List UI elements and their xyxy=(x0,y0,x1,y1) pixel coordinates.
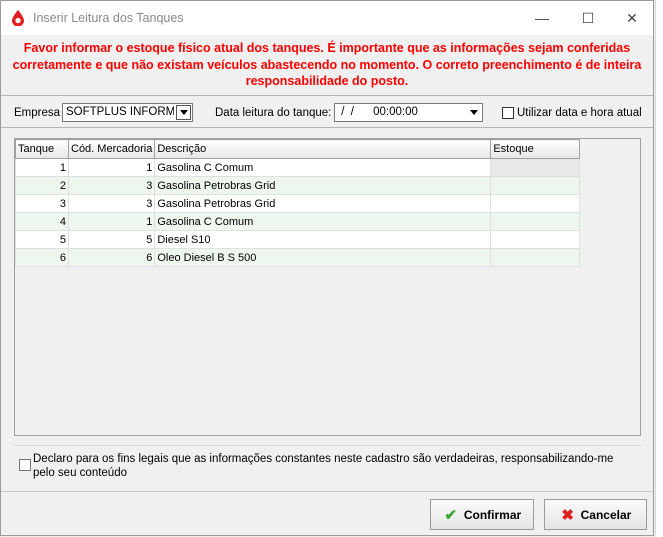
cell-descricao: Gasolina C Comum xyxy=(154,158,492,177)
cancel-button[interactable]: ✖ Cancelar xyxy=(544,499,647,530)
table-row[interactable]: 1 1 Gasolina C Comum xyxy=(15,158,581,177)
divider xyxy=(1,127,653,128)
cell-descricao: Gasolina C Comum xyxy=(154,212,492,231)
cell-codigo: 3 xyxy=(67,176,156,195)
cell-codigo: 1 xyxy=(67,158,156,177)
divider xyxy=(14,445,641,446)
cell-tanque: 4 xyxy=(15,212,69,231)
cell-estoque[interactable] xyxy=(490,176,581,195)
cell-estoque[interactable] xyxy=(490,158,581,177)
table-row[interactable]: 4 1 Gasolina C Comum xyxy=(15,212,581,231)
declaration-checkbox[interactable] xyxy=(19,459,31,471)
cell-codigo: 3 xyxy=(67,194,156,213)
table-row[interactable]: 2 3 Gasolina Petrobras Grid xyxy=(15,176,581,195)
check-icon: ✔ xyxy=(444,506,458,524)
tanks-table: Tanque Cód. Mercadoria Descrição Estoque… xyxy=(15,139,581,267)
confirm-button[interactable]: ✔ Confirmar xyxy=(430,499,534,530)
cancel-label: Cancelar xyxy=(580,507,632,522)
warning-text: Favor informar o estoque físico atual do… xyxy=(12,41,642,88)
table-row[interactable]: 3 3 Gasolina Petrobras Grid xyxy=(15,194,581,213)
empresa-label: Empresa xyxy=(14,107,61,119)
cell-tanque: 3 xyxy=(15,194,69,213)
chevron-down-icon[interactable] xyxy=(466,105,481,120)
current-datetime-checkbox[interactable] xyxy=(502,107,514,119)
divider xyxy=(1,95,653,96)
cell-codigo: 5 xyxy=(67,230,156,249)
column-header-estoque[interactable]: Estoque xyxy=(490,139,581,159)
cell-descricao: Gasolina Petrobras Grid xyxy=(154,194,492,213)
table-row[interactable]: 6 6 Oleo Diesel B S 500 xyxy=(15,248,581,267)
declaration-text: Declaro para os fins legais que as infor… xyxy=(33,453,614,479)
data-leitura-picker[interactable]: / / 00:00:00 xyxy=(334,103,483,122)
divider xyxy=(1,491,653,492)
cell-descricao: Oleo Diesel B S 500 xyxy=(154,248,492,267)
empresa-select[interactable]: SOFTPLUS INFORMÁT xyxy=(62,103,193,122)
empresa-value: SOFTPLUS INFORMÁT xyxy=(66,106,174,118)
data-leitura-label: Data leitura do tanque: xyxy=(215,107,332,119)
background-window-edge xyxy=(655,0,663,537)
confirm-label: Confirmar xyxy=(463,507,522,522)
drop-icon xyxy=(12,10,24,26)
cell-codigo: 6 xyxy=(67,248,156,267)
minimize-button[interactable]: — xyxy=(519,1,565,35)
x-icon: ✖ xyxy=(561,506,574,524)
close-button[interactable]: ✕ xyxy=(609,1,655,35)
cell-tanque: 6 xyxy=(15,248,69,267)
current-datetime-label: Utilizar data e hora atual xyxy=(517,107,642,119)
table-row[interactable]: 5 5 Diesel S10 xyxy=(15,230,581,249)
table-header-row: Tanque Cód. Mercadoria Descrição Estoque xyxy=(15,139,581,159)
cell-estoque[interactable] xyxy=(490,212,581,231)
cell-estoque[interactable] xyxy=(490,248,581,267)
cell-descricao: Diesel S10 xyxy=(154,230,492,249)
column-header-tanque[interactable]: Tanque xyxy=(15,139,69,159)
cell-codigo: 1 xyxy=(67,212,156,231)
cell-tanque: 1 xyxy=(15,158,69,177)
cell-descricao: Gasolina Petrobras Grid xyxy=(154,176,492,195)
window-title: Inserir Leitura dos Tanques xyxy=(33,11,184,25)
column-header-codigo[interactable]: Cód. Mercadoria xyxy=(67,139,156,159)
cell-estoque[interactable] xyxy=(490,230,581,249)
dialog-window: Inserir Leitura dos Tanques — ☐ ✕ Favor … xyxy=(0,0,654,536)
chevron-down-icon[interactable] xyxy=(176,105,191,120)
cell-tanque: 5 xyxy=(15,230,69,249)
title-bar: Inserir Leitura dos Tanques — ☐ ✕ xyxy=(1,1,653,35)
maximize-button[interactable]: ☐ xyxy=(565,1,611,35)
tanks-grid[interactable]: Tanque Cód. Mercadoria Descrição Estoque… xyxy=(14,138,641,436)
cell-tanque: 2 xyxy=(15,176,69,195)
column-header-descricao[interactable]: Descrição xyxy=(154,139,492,159)
cell-estoque[interactable] xyxy=(490,194,581,213)
data-leitura-value: / / 00:00:00 xyxy=(338,106,418,118)
warning-panel: Favor informar o estoque físico atual do… xyxy=(1,35,653,95)
